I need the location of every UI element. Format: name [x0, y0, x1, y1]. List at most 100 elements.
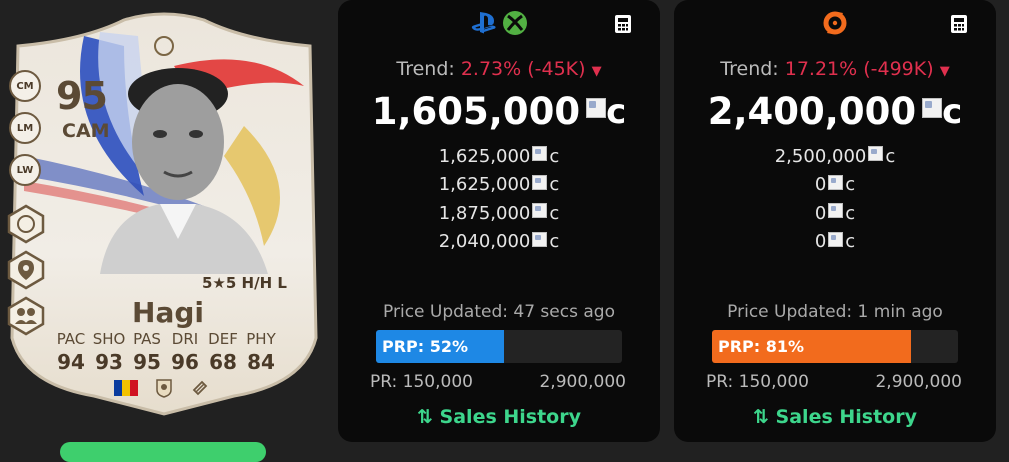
league-badge-icon — [192, 380, 208, 396]
price-range-min: PR: 150,000 — [706, 372, 809, 392]
stat-value: 84 — [247, 350, 275, 374]
broken-image-icon — [586, 97, 607, 118]
list-item: 2,040,000 c — [338, 228, 660, 257]
stat-labels: PAC SHO PAS DRI DEF PHY — [52, 330, 280, 348]
player-name: Hagi — [132, 296, 204, 329]
alt-price: 0 — [814, 231, 827, 253]
sales-history-link[interactable]: ⇅ Sales History — [674, 406, 996, 428]
calculator-icon[interactable] — [950, 14, 968, 34]
alt-price: 2,040,000 — [438, 231, 531, 253]
coin-icon: c — [586, 92, 626, 132]
prp-label: PRP: 52% — [382, 337, 469, 356]
prp-progress-bar: PRP: 81% — [712, 330, 958, 363]
stat-label: SHO — [92, 330, 126, 348]
sales-history-label: Sales History — [439, 406, 581, 428]
trend-label: Trend: — [396, 58, 455, 80]
trend-change: 2.73% (-45K) — [460, 58, 586, 80]
sort-arrows-icon: ⇅ — [753, 406, 769, 428]
stat-value: 95 — [133, 350, 161, 374]
broken-image-icon — [828, 174, 844, 190]
calculator-icon[interactable] — [614, 14, 632, 34]
list-item: 1,625,000 c — [338, 171, 660, 200]
nation-flag-icon — [114, 380, 138, 396]
card-badges — [114, 378, 210, 398]
alt-price: 1,625,000 — [438, 145, 531, 167]
stat-label: PHY — [246, 330, 276, 348]
list-item: 0 c — [674, 199, 996, 228]
list-item: 0 c — [674, 228, 996, 257]
alt-price: 1,875,000 — [438, 202, 531, 224]
coin-suffix: c — [549, 202, 560, 224]
trend-label: Trend: — [720, 58, 779, 80]
price-range: PR: 150,000 2,900,000 — [370, 372, 626, 392]
stat-value: 93 — [95, 350, 123, 374]
sort-arrows-icon: ⇅ — [417, 406, 433, 428]
broken-image-icon — [532, 146, 548, 162]
trend-change: 17.21% (-499K) — [784, 58, 934, 80]
alt-position-badge: LW — [9, 154, 41, 186]
broken-image-icon — [868, 146, 884, 162]
coin-suffix: c — [606, 91, 627, 132]
alt-price: 0 — [814, 174, 827, 196]
alt-position-badge: LM — [9, 112, 41, 144]
playstyle-ball-icon — [7, 204, 45, 244]
stat-label: DEF — [208, 330, 238, 348]
playstyle-location-icon — [7, 250, 45, 290]
list-item: 1,875,000 c — [338, 199, 660, 228]
player-card[interactable]: 95 CAM CM LM LW 5★5 H/H L Hagi PAC SHO P… — [4, 6, 324, 418]
sales-history-label: Sales History — [775, 406, 917, 428]
broken-image-icon — [828, 231, 844, 247]
broken-image-icon — [828, 203, 844, 219]
price-range-min: PR: 150,000 — [370, 372, 473, 392]
alt-price: 1,625,000 — [438, 174, 531, 196]
platform-icons — [338, 10, 660, 36]
coin-suffix: c — [549, 231, 560, 253]
coin-suffix: c — [885, 145, 896, 167]
prp-progress-bar: PRP: 52% — [376, 330, 622, 363]
alternate-prices-list: 2,500,000 c 0 c 0 c 0 c — [674, 142, 996, 256]
broken-image-icon — [532, 231, 548, 247]
origin-icon — [823, 11, 847, 35]
xbox-icon — [503, 11, 527, 35]
list-item: 1,625,000 c — [338, 142, 660, 171]
broken-image-icon — [532, 174, 548, 190]
stat-label: DRI — [171, 330, 199, 348]
overall-rating: 95 — [56, 74, 108, 118]
coin-suffix: c — [942, 91, 963, 132]
prp-label: PRP: 81% — [718, 337, 805, 356]
playstation-icon — [471, 12, 496, 34]
coin-suffix: c — [845, 174, 856, 196]
coin-suffix: c — [549, 174, 560, 196]
lowest-price: 1,605,000 c — [338, 90, 660, 133]
price-panel-pc: Trend: 17.21% (-499K) ▼ 2,400,000 c 2,50… — [674, 0, 996, 442]
alt-price: 2,500,000 — [774, 145, 867, 167]
broken-image-icon — [532, 203, 548, 219]
price-updated-text: Price Updated: 47 secs ago — [383, 302, 615, 322]
alt-price: 0 — [814, 202, 827, 224]
stat-label: PAC — [56, 330, 86, 348]
price-panel-console: Trend: 2.73% (-45K) ▼ 1,605,000 c 1,625,… — [338, 0, 660, 442]
platform-icons — [674, 10, 996, 36]
coin-icon: c — [922, 92, 962, 132]
stat-value: 96 — [171, 350, 199, 374]
lowest-price-value: 1,605,000 — [371, 90, 581, 133]
coin-suffix: c — [845, 202, 856, 224]
broken-image-icon — [922, 97, 943, 118]
stat-value: 94 — [57, 350, 85, 374]
skills-weakfoot-workrates: 5★5 H/H L — [202, 274, 287, 292]
stat-values: 94 93 95 96 68 84 — [52, 350, 280, 374]
sales-history-link[interactable]: ⇅ Sales History — [338, 406, 660, 428]
coin-suffix: c — [549, 145, 560, 167]
trend-down-icon: ▼ — [939, 64, 950, 79]
primary-position: CAM — [62, 120, 110, 142]
price-range-max: 2,900,000 — [539, 372, 626, 392]
alternate-prices-list: 1,625,000 c 1,625,000 c 1,875,000 c 2,04… — [338, 142, 660, 256]
green-action-button[interactable] — [60, 442, 266, 462]
stat-label: PAS — [133, 330, 161, 348]
list-item: 0 c — [674, 171, 996, 200]
lowest-price: 2,400,000 c — [674, 90, 996, 133]
price-updated-text: Price Updated: 1 min ago — [727, 302, 943, 322]
stat-value: 68 — [209, 350, 237, 374]
coin-suffix: c — [845, 231, 856, 253]
trend-down-icon: ▼ — [591, 64, 602, 79]
